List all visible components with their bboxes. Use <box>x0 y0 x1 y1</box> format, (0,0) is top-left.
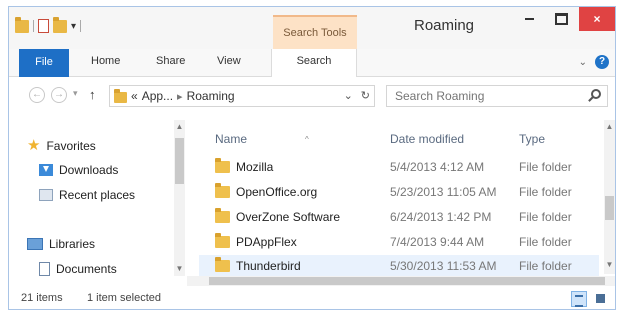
navigation-pane: ★ Favorites Downloads Recent places Libr… <box>9 120 187 286</box>
date-modified: 7/4/2013 9:44 AM <box>390 235 485 249</box>
table-row[interactable]: Mozilla 5/4/2013 4:12 AM File folder <box>199 156 599 179</box>
nav-documents[interactable]: Documents <box>39 262 117 276</box>
scroll-up-icon[interactable]: ▲ <box>604 122 615 131</box>
ribbon-tabs: File Home Share View Search ⌄ ? <box>9 49 615 77</box>
file-list: Name ^ Date modified Type Mozilla 5/4/20… <box>199 120 615 286</box>
maximize-button[interactable] <box>547 7 575 31</box>
close-button[interactable]: × <box>579 7 615 31</box>
recent-locations-icon[interactable]: ▾ <box>73 88 78 99</box>
folder-icon <box>215 257 230 272</box>
nav-pane-scrollbar[interactable]: ▲ ▼ <box>174 120 185 276</box>
title-bar: ▾ Search Tools Roaming × <box>9 7 615 49</box>
breadcrumb-roaming[interactable]: Roaming <box>187 89 235 103</box>
scrollbar-thumb[interactable] <box>209 277 605 285</box>
folder-icon <box>215 233 230 248</box>
selection-count: 1 item selected <box>87 292 161 304</box>
breadcrumb-appdata[interactable]: App... <box>142 89 173 103</box>
search-input[interactable] <box>386 85 608 107</box>
up-button[interactable]: ↑ <box>89 87 96 102</box>
large-icons-view-icon[interactable] <box>593 291 609 307</box>
file-name: Mozilla <box>236 160 274 174</box>
nav-documents-label: Documents <box>56 262 117 276</box>
breadcrumb-separator-icon[interactable]: ▸ <box>177 90 183 103</box>
horizontal-scrollbar[interactable] <box>187 276 615 286</box>
date-modified: 5/23/2013 11:05 AM <box>390 185 497 199</box>
folder-icon <box>215 158 230 173</box>
scrollbar-thumb[interactable] <box>605 196 614 220</box>
date-modified: 5/30/2013 11:53 AM <box>390 259 497 273</box>
table-row-selected[interactable]: Thunderbird 5/30/2013 11:53 AM File fold… <box>199 255 599 278</box>
scroll-up-icon[interactable]: ▲ <box>174 122 185 131</box>
nav-recent-places[interactable]: Recent places <box>39 188 135 202</box>
scrollbar-thumb[interactable] <box>175 138 184 184</box>
folder-icon <box>215 183 230 198</box>
star-icon: ★ <box>27 137 41 154</box>
table-row[interactable]: OpenOffice.org 5/23/2013 11:05 AM File f… <box>199 181 599 204</box>
tab-file[interactable]: File <box>19 49 69 77</box>
file-name: PDAppFlex <box>236 235 297 249</box>
table-row[interactable]: PDAppFlex 7/4/2013 9:44 AM File folder <box>199 231 599 254</box>
libraries-icon <box>27 238 43 250</box>
nav-libraries-label: Libraries <box>49 237 96 251</box>
date-modified: 6/24/2013 1:42 PM <box>390 210 492 224</box>
properties-icon[interactable] <box>38 19 49 33</box>
column-date-modified[interactable]: Date modified <box>390 132 464 146</box>
scroll-down-icon[interactable]: ▼ <box>174 264 185 273</box>
nav-favorites[interactable]: ★ Favorites <box>27 137 96 154</box>
help-icon[interactable]: ? <box>595 55 609 69</box>
file-list-scrollbar[interactable]: ▲ ▼ <box>604 120 615 274</box>
nav-downloads-label: Downloads <box>59 163 119 177</box>
tab-search[interactable]: Search <box>271 49 357 77</box>
nav-libraries[interactable]: Libraries <box>27 237 95 251</box>
file-type: File folder <box>519 185 572 199</box>
scroll-down-icon[interactable]: ▼ <box>604 260 615 269</box>
documents-icon <box>39 262 50 276</box>
back-button[interactable]: ← <box>29 87 45 103</box>
customize-toolbar-icon[interactable]: ▾ <box>71 21 76 32</box>
nav-recent-places-label: Recent places <box>59 188 136 202</box>
nav-favorites-label: Favorites <box>46 139 96 153</box>
separator <box>80 20 82 32</box>
forward-button[interactable]: → <box>51 87 67 103</box>
folder-icon <box>215 208 230 223</box>
tab-view[interactable]: View <box>217 55 241 67</box>
date-modified: 5/4/2013 4:12 AM <box>390 160 485 174</box>
table-row[interactable]: OverZone Software 6/24/2013 1:42 PM File… <box>199 206 599 229</box>
separator <box>33 20 34 32</box>
window-title: Roaming <box>413 17 475 34</box>
sort-ascending-icon: ^ <box>305 135 309 144</box>
file-type: File folder <box>519 210 572 224</box>
new-folder-icon[interactable] <box>53 16 67 33</box>
refresh-icon[interactable]: ↻ <box>361 89 370 102</box>
explorer-window: ▾ Search Tools Roaming × File Home Share… <box>8 6 616 310</box>
minimize-button[interactable] <box>515 7 543 31</box>
downloads-icon <box>39 164 53 176</box>
file-type: File folder <box>519 235 572 249</box>
address-dropdown-icon[interactable]: ⌄ <box>344 89 353 102</box>
item-count: 21 items <box>21 292 63 304</box>
navigation-bar: ← → ▾ ↑ « App... ▸ Roaming ⌄ ↻ <box>9 78 615 114</box>
nav-downloads[interactable]: Downloads <box>39 163 118 177</box>
status-bar: 21 items 1 item selected <box>9 288 615 309</box>
expand-ribbon-icon[interactable]: ⌄ <box>579 57 587 68</box>
file-type: File folder <box>519 160 572 174</box>
address-overflow[interactable]: « <box>131 89 138 103</box>
recent-places-icon <box>39 189 53 201</box>
address-bar[interactable]: « App... ▸ Roaming ⌄ ↻ <box>109 85 375 107</box>
quick-access-toolbar: ▾ <box>15 16 82 33</box>
folder-icon[interactable] <box>15 16 29 33</box>
column-name-label: Name <box>215 132 248 146</box>
tab-home[interactable]: Home <box>91 55 120 67</box>
column-type[interactable]: Type <box>519 132 545 146</box>
file-name: OpenOffice.org <box>236 185 318 199</box>
file-name: OverZone Software <box>236 210 341 224</box>
tab-share[interactable]: Share <box>156 55 185 67</box>
search-tools-context-tab: Search Tools <box>273 15 357 49</box>
file-name: Thunderbird <box>236 259 301 273</box>
details-view-icon[interactable] <box>571 291 587 307</box>
column-name[interactable]: Name ^ <box>215 132 309 146</box>
file-type: File folder <box>519 259 572 273</box>
folder-icon <box>114 88 127 103</box>
search-icon[interactable] <box>591 89 601 99</box>
